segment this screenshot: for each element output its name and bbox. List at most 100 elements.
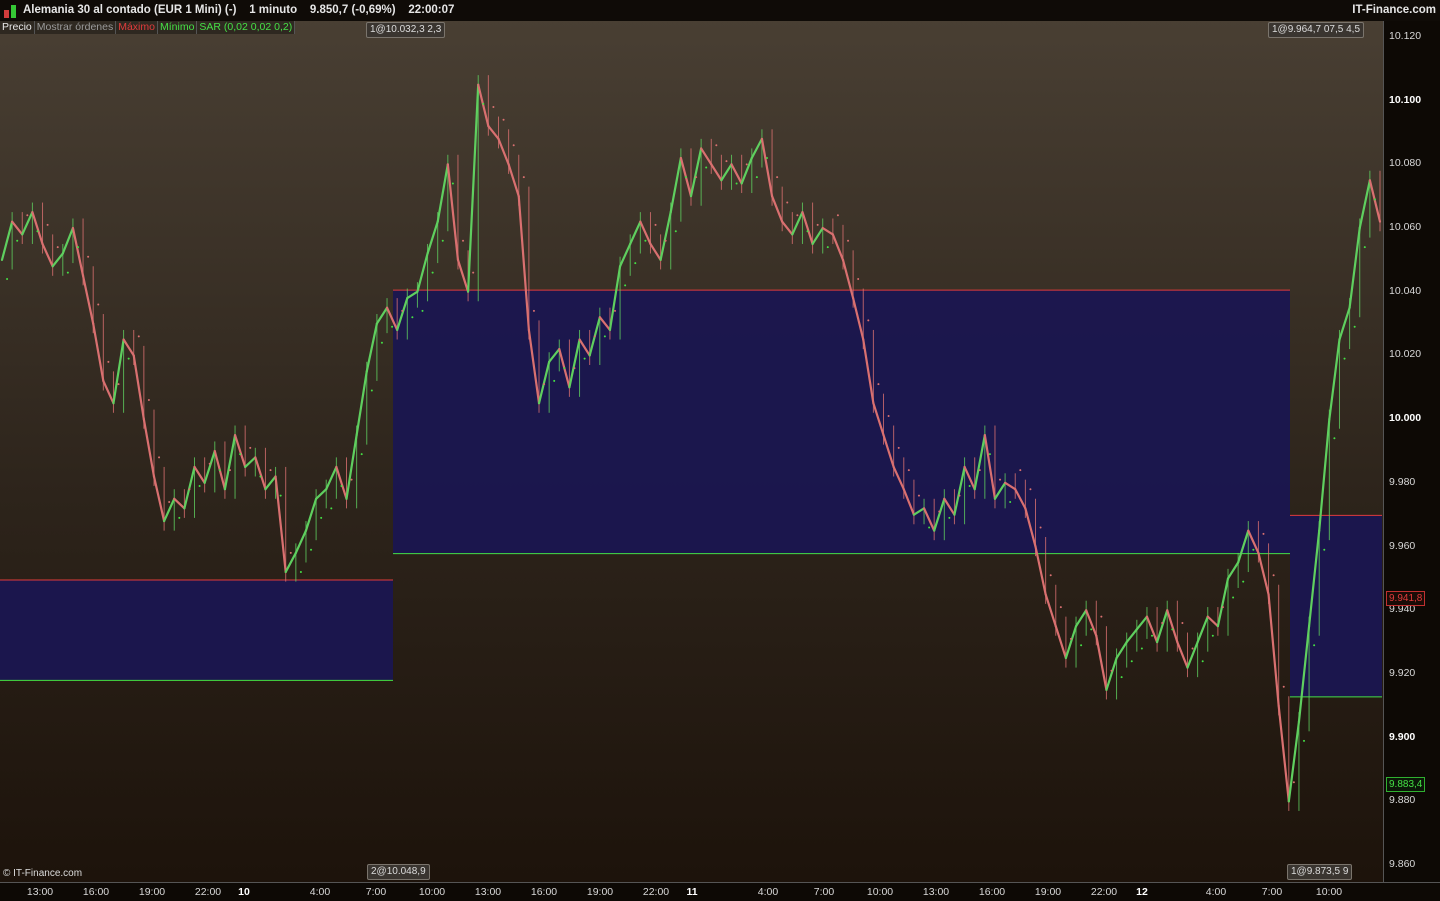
sar-dot — [897, 446, 900, 449]
price-segment — [456, 258, 470, 293]
price-segment — [1186, 641, 1199, 669]
time-tick-label: 4:00 — [1205, 886, 1227, 898]
sar-dot — [168, 500, 171, 503]
sar-dot — [543, 383, 546, 386]
order-tag-bottom-left[interactable]: 2@10.048,9 — [367, 864, 430, 880]
price-segment — [507, 163, 520, 198]
price-segment — [365, 322, 378, 373]
sar-dot — [16, 239, 19, 242]
sar-dot — [695, 176, 698, 179]
order-tag-top-right[interactable]: 1@9.964,7 07,5 4,5 — [1268, 22, 1365, 38]
sar-dot — [320, 516, 323, 519]
sar-dot — [451, 182, 454, 185]
price-segment — [1085, 609, 1098, 637]
sar-dot — [228, 469, 231, 472]
time-tick-label: 13:00 — [474, 886, 502, 898]
sar-dot — [644, 239, 647, 242]
order-tag-top-left-extra: 2,3 — [427, 24, 442, 35]
price-chart[interactable] — [0, 0, 1383, 882]
sar-dot — [380, 341, 383, 344]
sar-dot — [563, 367, 566, 370]
order-tag-top-left[interactable]: 1@10.032,3 2,3 — [366, 22, 446, 38]
range-zone — [0, 580, 393, 681]
sar-dot — [583, 357, 586, 360]
sar-dot — [1110, 669, 1113, 672]
price-tick-label: 10.120 — [1389, 29, 1422, 42]
sar-dot — [1373, 198, 1376, 201]
sar-dot — [634, 262, 637, 265]
price-segment — [436, 163, 449, 223]
price-segment — [659, 211, 672, 261]
sar-dot — [1039, 526, 1042, 529]
price-segment — [629, 220, 642, 246]
sar-dot — [1242, 580, 1245, 583]
price-segment — [821, 226, 834, 236]
price-segment — [152, 475, 166, 523]
price-segment — [203, 449, 216, 484]
sar-dot — [1069, 637, 1072, 640]
sar-dot — [624, 284, 627, 287]
price-segment — [173, 497, 186, 510]
sar-dot — [735, 182, 738, 185]
price-segment — [1095, 634, 1108, 691]
sar-dot — [360, 453, 363, 456]
sar-dot — [76, 246, 79, 249]
price-segment — [31, 211, 44, 246]
sar-dot — [127, 357, 130, 360]
sar-dot — [1303, 739, 1306, 742]
price-segment — [233, 433, 247, 469]
sar-dot — [1059, 606, 1062, 609]
sar-dot — [968, 485, 971, 488]
price-segment — [618, 242, 632, 268]
price-segment — [1226, 561, 1240, 580]
sar-dot — [512, 144, 515, 147]
sar-dot — [907, 469, 910, 472]
sar-dot — [310, 548, 313, 551]
price-segment — [355, 370, 368, 437]
sar-dot — [431, 271, 434, 274]
sar-dot — [279, 494, 282, 497]
price-tick-label: 10.000 — [1389, 412, 1422, 425]
time-tick-label: 7:00 — [365, 886, 387, 898]
sar-dot — [887, 414, 890, 417]
sar-dot — [502, 118, 505, 121]
price-segment — [649, 242, 662, 261]
sar-dot — [1049, 574, 1052, 577]
sar-dot — [6, 278, 9, 280]
sar-dot — [1181, 622, 1184, 624]
price-tick-label: 9.860 — [1389, 858, 1416, 871]
sar-dot — [776, 176, 779, 179]
order-tag-top-right-text: 1@9.964,7 — [1272, 24, 1322, 35]
sar-dot — [66, 271, 69, 274]
price-segment — [831, 233, 845, 261]
price-segment — [1338, 306, 1351, 341]
price-segment — [1287, 720, 1301, 803]
price-segment — [193, 465, 206, 484]
price-tick-label: 10.060 — [1389, 221, 1422, 234]
sar-dot — [522, 176, 525, 179]
sar-dot — [107, 360, 110, 363]
sar-dot — [330, 507, 333, 510]
time-tick-label: 22:00 — [194, 886, 222, 898]
sar-dot — [715, 144, 718, 147]
price-segment — [1115, 641, 1128, 660]
price-segment — [71, 226, 85, 277]
sar-dot — [46, 223, 49, 226]
price-segment — [1074, 609, 1088, 628]
order-tag-bottom-right[interactable]: 1@9.873,5 9 — [1287, 864, 1353, 880]
sar-dot — [1272, 574, 1275, 577]
sar-dot — [208, 462, 211, 465]
price-segment — [487, 125, 500, 140]
price-axis[interactable] — [1383, 21, 1440, 882]
time-tick-label: 16:00 — [530, 886, 558, 898]
sar-dot — [796, 214, 799, 217]
price-segment — [264, 475, 277, 491]
price-segment — [345, 433, 358, 500]
sar-dot — [441, 239, 444, 242]
sar-dot — [786, 201, 789, 204]
sar-dot — [917, 494, 920, 497]
price-segment — [1135, 615, 1149, 631]
price-segment — [122, 338, 135, 357]
price-segment — [1358, 179, 1371, 230]
order-tag-bottom-right-text: 1@9.873,5 — [1291, 866, 1341, 877]
